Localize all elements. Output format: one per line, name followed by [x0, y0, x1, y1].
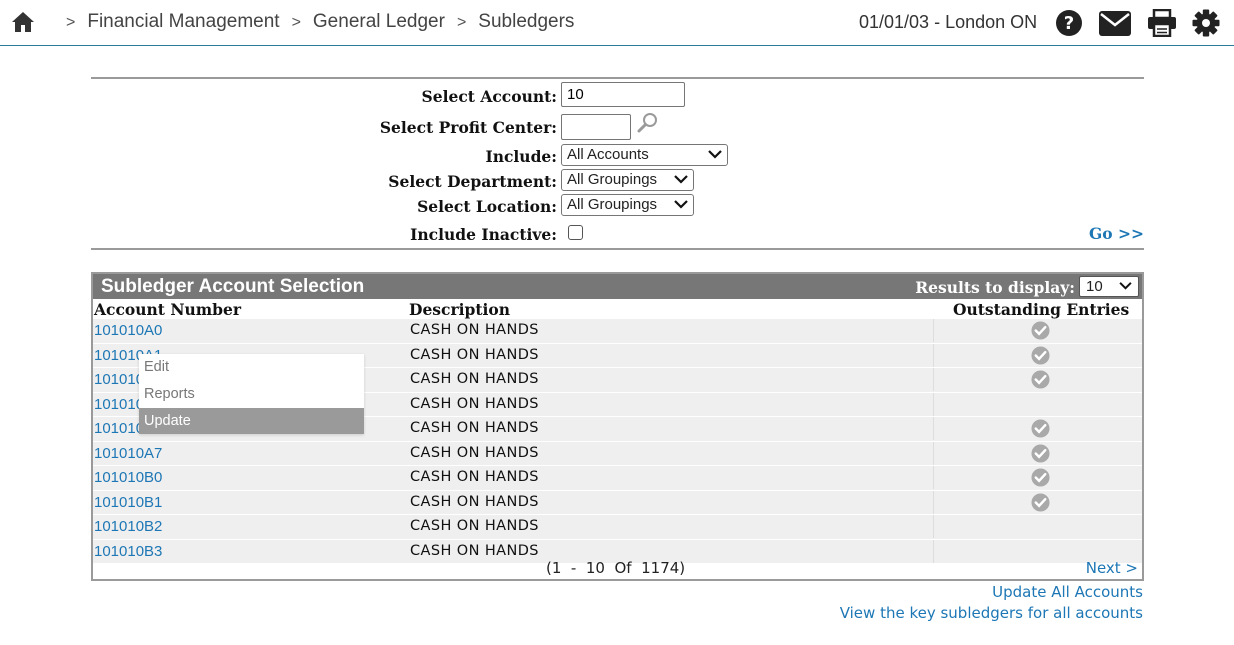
- breadcrumb-general-ledger[interactable]: General Ledger: [313, 11, 445, 32]
- check-circle-icon: [1031, 468, 1050, 487]
- account-number-link[interactable]: 101010A0: [93, 322, 162, 339]
- outstanding-entries-cell: [933, 319, 1143, 342]
- include-inactive-checkbox[interactable]: [568, 225, 583, 240]
- check-circle-icon: [1031, 345, 1050, 365]
- print-icon[interactable]: [1147, 9, 1177, 37]
- outstanding-entries-cell: [933, 392, 1143, 416]
- check-circle-icon: [1031, 443, 1050, 463]
- gear-icon[interactable]: [1192, 9, 1220, 37]
- results-to-display-label: Results to display:: [915, 278, 1075, 297]
- location-select[interactable]: All Groupings: [561, 194, 694, 216]
- context-menu-update[interactable]: Update: [139, 408, 364, 434]
- chevron-down-icon: [674, 200, 688, 209]
- description-cell: CASH ON HANDS: [407, 515, 934, 538]
- table-title-bar: Subledger Account Selection Results to d…: [93, 274, 1142, 299]
- description-cell: CASH ON HANDS: [407, 490, 934, 514]
- table-title: Subledger Account Selection: [101, 276, 365, 297]
- chevron-down-icon: [708, 150, 722, 159]
- location-select-value: All Groupings: [567, 196, 658, 213]
- check-circle-icon: [1031, 419, 1050, 438]
- table-row: 101010B2 CASH ON HANDS: [93, 515, 1142, 540]
- check-circle-icon: [1031, 321, 1050, 340]
- pagination-info: (1 - 10 Of 1174): [546, 559, 686, 577]
- outstanding-entries-cell: [933, 441, 1143, 465]
- breadcrumb: > Financial Management > General Ledger > Sub…: [66, 11, 574, 33]
- chevron-down-icon: [1119, 282, 1132, 290]
- view-key-subledgers-link[interactable]: View the key subledgers for all accounts: [840, 604, 1143, 622]
- divider: [91, 77, 1144, 79]
- top-bar: > Financial Management > General Ledger > Sub…: [0, 0, 1234, 46]
- select-account-label: Select Account:: [421, 87, 557, 106]
- outstanding-entries-cell: [933, 490, 1143, 514]
- account-cell: 101010A7: [93, 442, 405, 465]
- table-row: 101010A7 CASH ON HANDS: [93, 441, 1143, 466]
- description-cell: CASH ON HANDS: [407, 319, 934, 342]
- context-menu-edit[interactable]: Edit: [139, 354, 364, 380]
- go-button[interactable]: Go >>: [1089, 224, 1144, 243]
- account-number-link[interactable]: 101010B2: [93, 518, 162, 535]
- account-number-link[interactable]: 101010B0: [93, 469, 162, 486]
- help-icon[interactable]: ?: [1055, 9, 1083, 37]
- account-number-link[interactable]: 101010B3: [93, 543, 162, 560]
- search-icon[interactable]: [637, 112, 659, 134]
- outstanding-entries-cell: [933, 515, 1143, 538]
- svg-text:?: ?: [1064, 13, 1074, 34]
- profit-center-input[interactable]: [561, 114, 631, 140]
- column-header-description[interactable]: Description: [409, 300, 510, 319]
- table-row: 101010A0 CASH ON HANDS: [93, 319, 1142, 344]
- outstanding-entries-cell: [933, 466, 1143, 489]
- account-cell: 101010A0: [93, 319, 405, 342]
- location-label: Select Location:: [417, 197, 557, 216]
- breadcrumb-separator: >: [66, 14, 76, 31]
- check-circle-icon: [1031, 370, 1050, 389]
- breadcrumb-separator: >: [456, 14, 467, 31]
- description-cell: CASH ON HANDS: [407, 392, 934, 416]
- outstanding-entries-cell: [933, 343, 1143, 367]
- account-cell: 101010B2: [93, 515, 405, 538]
- mail-icon[interactable]: [1099, 11, 1131, 36]
- check-circle-icon: [1031, 492, 1050, 512]
- chevron-down-icon: [674, 175, 688, 184]
- outstanding-entries-cell: [933, 368, 1143, 391]
- include-select-value: All Accounts: [567, 146, 649, 163]
- home-icon[interactable]: [11, 11, 35, 33]
- include-label: Include:: [485, 147, 557, 166]
- account-input[interactable]: [561, 82, 685, 107]
- next-page-link[interactable]: Next >: [1086, 559, 1138, 577]
- column-header-account-number[interactable]: Account Number: [94, 300, 241, 319]
- description-cell: CASH ON HANDS: [407, 417, 934, 440]
- breadcrumb-subledgers: Subledgers: [478, 11, 575, 32]
- description-cell: CASH ON HANDS: [407, 441, 934, 465]
- breadcrumb-separator: >: [291, 14, 301, 31]
- department-select-value: All Groupings: [567, 171, 658, 188]
- include-inactive-label: Include Inactive:: [410, 225, 557, 244]
- table-row: 101010B0 CASH ON HANDS: [93, 466, 1142, 491]
- account-cell: 101010B0: [93, 466, 405, 489]
- column-header-outstanding-entries[interactable]: Outstanding Entries: [953, 300, 1129, 319]
- department-label: Select Department:: [388, 172, 557, 191]
- account-number-link[interactable]: 101010B1: [93, 494, 162, 511]
- table-row: 101010B1 CASH ON HANDS: [93, 490, 1143, 515]
- divider: [91, 248, 1144, 250]
- context-menu-reports[interactable]: Reports: [139, 381, 364, 407]
- date-location: 01/01/03 - London ON: [859, 12, 1038, 32]
- account-cell: 101010B1: [93, 491, 405, 514]
- account-cell: 101010B3: [93, 540, 405, 563]
- include-select[interactable]: All Accounts: [561, 144, 728, 166]
- update-all-accounts-link[interactable]: Update All Accounts: [992, 583, 1143, 601]
- outstanding-entries-cell: [933, 417, 1143, 440]
- breadcrumb-financial-management[interactable]: Financial Management: [87, 11, 279, 32]
- results-to-display-select[interactable]: 10: [1079, 276, 1139, 297]
- profit-center-label: Select Profit Center:: [379, 118, 557, 137]
- description-cell: CASH ON HANDS: [407, 343, 934, 367]
- context-menu: Edit Reports Update: [139, 354, 364, 434]
- department-select[interactable]: All Groupings: [561, 169, 694, 191]
- description-cell: CASH ON HANDS: [407, 466, 934, 489]
- description-cell: CASH ON HANDS: [407, 368, 934, 391]
- results-select-value: 10: [1086, 278, 1103, 295]
- account-number-link[interactable]: 101010A7: [93, 445, 162, 462]
